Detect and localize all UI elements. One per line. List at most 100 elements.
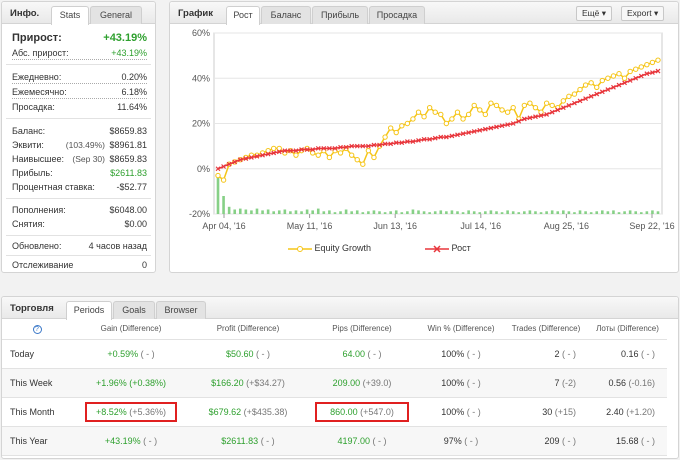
- equity-growth-point: [633, 66, 639, 72]
- divider: [12, 98, 147, 99]
- gain-diff: (+0.38%): [129, 377, 167, 388]
- tab-profit[interactable]: Прибыль: [312, 6, 368, 24]
- gain-diff: (+5.36%): [129, 406, 167, 417]
- volume-bar: [484, 211, 487, 214]
- profit-value: $50.60: [225, 348, 254, 359]
- trades-cell: 7 (-2): [504, 368, 588, 398]
- equity-growth-point: [432, 109, 438, 115]
- volume-bar: [517, 212, 521, 214]
- stat-sub: (Sep 30): [72, 154, 105, 164]
- tab-stats[interactable]: Stats: [51, 6, 89, 25]
- gain-cell: +0.59% ( - ): [72, 339, 190, 369]
- column-header[interactable]: Pips (Difference): [306, 319, 418, 340]
- legend-label: Equity Growth: [314, 243, 372, 253]
- legend-line-icon: [425, 245, 449, 253]
- volume-bar: [261, 210, 264, 214]
- column-header[interactable]: Gain (Difference): [72, 319, 190, 340]
- periods-table: ? Gain (Difference) Profit (Difference) …: [2, 319, 667, 456]
- more-button[interactable]: Ещё ▾: [576, 6, 613, 21]
- stat-label: Отслеживание: [12, 260, 74, 270]
- volume-bar: [472, 211, 476, 214]
- equity-growth-point: [577, 86, 583, 93]
- tab-drawdown[interactable]: Просадка: [369, 6, 425, 24]
- equity-growth-point: [454, 109, 461, 115]
- tab-general[interactable]: General: [90, 6, 142, 24]
- pips-value: 64.00: [342, 348, 365, 359]
- info-title: Инфо.: [10, 8, 40, 19]
- pips-value: 860.00: [330, 406, 358, 417]
- column-header[interactable]: Profit (Difference): [190, 319, 306, 340]
- win-value: 100%: [441, 377, 465, 388]
- volume-bar: [445, 211, 448, 214]
- pips-cell: 209.00 (+39.0): [306, 368, 418, 398]
- equity-growth-point: [399, 123, 405, 129]
- legend-growth[interactable]: Рост: [425, 243, 471, 254]
- trades-value: 209: [544, 435, 560, 446]
- volume-bar: [645, 211, 649, 214]
- equity-growth-point: [504, 109, 511, 115]
- divider: [6, 255, 151, 256]
- gain-diff: ( - ): [143, 435, 158, 446]
- trades-diff: ( - ): [562, 348, 576, 359]
- trades-diff: (-2): [562, 377, 576, 388]
- period-label: This Month: [2, 397, 72, 427]
- column-header[interactable]: Win % (Difference): [418, 319, 504, 340]
- volume-bar: [422, 211, 426, 214]
- volume-bar: [523, 211, 526, 214]
- volume-bar: [589, 212, 593, 214]
- equity-growth-point: [571, 91, 578, 97]
- table-row: This Year +43.19% ( - ) $2611.83 ( - ) 4…: [2, 426, 667, 456]
- equity-growth-point: [465, 111, 472, 118]
- more-label: Ещё: [582, 8, 600, 18]
- volume-bar: [428, 212, 431, 214]
- equity-growth-point: [410, 116, 416, 122]
- volume-bar: [545, 211, 548, 214]
- volume-bar: [222, 196, 225, 214]
- volume-bar: [411, 209, 415, 214]
- volume-bar: [495, 211, 498, 214]
- volume-bar: [562, 210, 565, 214]
- tab-growth[interactable]: Рост: [226, 6, 260, 25]
- volume-bar: [511, 211, 515, 214]
- volume-bar: [556, 211, 560, 214]
- pips-value: 4197.00: [337, 435, 371, 446]
- lots-value: 15.68: [615, 435, 639, 446]
- volume-bar: [250, 210, 253, 214]
- equity-growth-point: [477, 107, 483, 113]
- tab-goals[interactable]: Goals: [113, 301, 155, 319]
- stat-value: 0.20%: [121, 72, 147, 82]
- volume-bar: [227, 206, 231, 214]
- volume-bar: [383, 212, 387, 214]
- stat-value: 11.64%: [117, 102, 147, 112]
- tab-balance[interactable]: Баланс: [261, 6, 311, 24]
- export-button[interactable]: Export ▾: [621, 6, 665, 21]
- stat-value: -$52.77: [116, 182, 147, 192]
- volume-bar: [339, 211, 342, 214]
- stat-value: +43.19%: [103, 32, 147, 44]
- stat-value: 4 часов назад: [88, 241, 147, 251]
- tab-periods[interactable]: Periods: [66, 301, 112, 320]
- legend-equity[interactable]: Equity Growth: [288, 243, 371, 254]
- win-cell: 100% ( - ): [418, 397, 504, 427]
- lots-diff: (-0.16): [628, 377, 655, 388]
- gain-value: +43.19%: [104, 435, 141, 446]
- table-row: This Month +8.52% (+5.36%) $679.62 (+$43…: [2, 397, 667, 427]
- win-value: 97%: [443, 435, 462, 446]
- volume-bar: [567, 211, 571, 214]
- column-header[interactable]: Trades (Difference): [504, 319, 588, 340]
- gain-value: +1.96%: [95, 377, 127, 388]
- tab-browser[interactable]: Browser: [156, 301, 206, 319]
- equity-growth-point: [588, 80, 594, 86]
- highlight-box: +8.52% (+5.36%): [84, 401, 178, 422]
- volume-bar: [238, 208, 242, 214]
- column-header[interactable]: Лоты (Difference): [588, 319, 667, 340]
- help-icon[interactable]: ?: [32, 324, 42, 334]
- lots-cell: 2.40 (+1.20): [588, 397, 667, 427]
- table-row: Today +0.59% ( - ) $50.60 ( - ) 64.00 ( …: [2, 339, 667, 369]
- volume-bar: [478, 212, 482, 214]
- volume-bar: [322, 211, 326, 214]
- stat-row-interest: Процентная ставка: -$52.77: [12, 180, 147, 194]
- volume-bar: [294, 210, 298, 214]
- gain-diff: ( - ): [140, 348, 155, 359]
- volume-bar: [277, 210, 281, 214]
